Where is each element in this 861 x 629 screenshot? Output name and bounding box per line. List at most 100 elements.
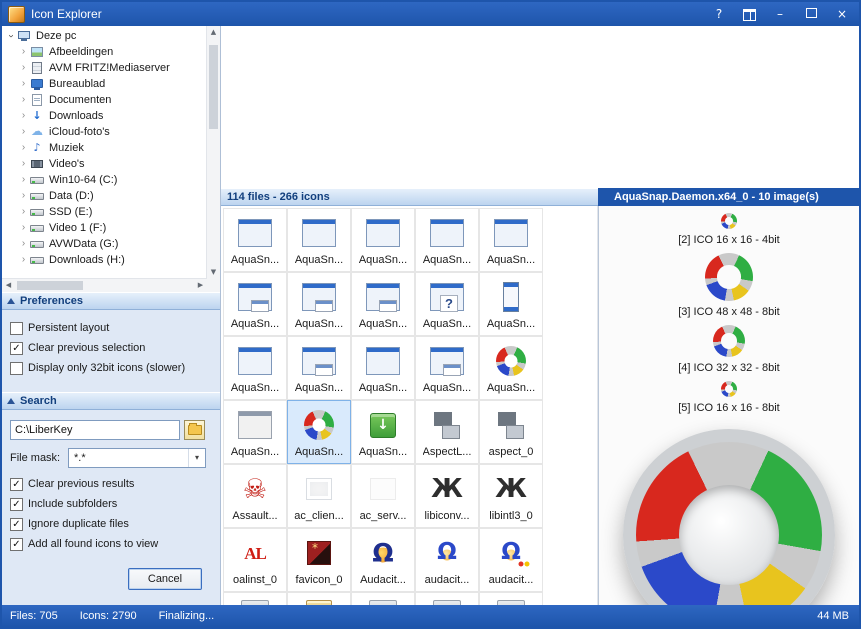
icon-tile[interactable]: favicon_0 bbox=[287, 528, 351, 592]
icon-tile[interactable]: audacit... bbox=[415, 528, 479, 592]
checkbox-option[interactable]: ✓ Add all found icons to view bbox=[10, 536, 158, 552]
icon-tile[interactable]: ac_serv... bbox=[351, 464, 415, 528]
icon-tile[interactable]: Assault... bbox=[223, 464, 287, 528]
tree-item[interactable]: › Video's bbox=[2, 156, 207, 172]
tree-item[interactable]: › AVM FRITZ!Mediaserver bbox=[2, 60, 207, 76]
tree-item[interactable]: › Deze pc bbox=[2, 28, 207, 44]
expander-chevron-icon[interactable]: › bbox=[18, 63, 29, 73]
maximize-button[interactable] bbox=[804, 7, 818, 21]
expander-chevron-icon[interactable]: › bbox=[18, 159, 29, 169]
file-mask-select[interactable]: *.* ▾ bbox=[68, 448, 206, 468]
chevron-down-icon[interactable]: ▾ bbox=[188, 449, 205, 467]
close-button[interactable]: × bbox=[835, 7, 849, 21]
preferences-section-header[interactable]: Preferences bbox=[2, 292, 220, 310]
scroll-track[interactable] bbox=[207, 39, 220, 266]
checkbox[interactable]: ✓ bbox=[10, 478, 23, 491]
icon-tile[interactable]: AquaSn... bbox=[223, 400, 287, 464]
checkbox[interactable]: ✓ bbox=[10, 538, 23, 551]
checkbox-option[interactable]: ✓ Ignore duplicate files bbox=[10, 516, 158, 532]
expander-chevron-icon[interactable]: › bbox=[18, 175, 29, 185]
image-list-item[interactable] bbox=[623, 421, 835, 605]
expander-chevron-icon[interactable]: › bbox=[18, 239, 29, 249]
icon-tile[interactable]: AquaSn... bbox=[351, 208, 415, 272]
expander-chevron-icon[interactable]: › bbox=[18, 191, 29, 201]
expander-chevron-icon[interactable]: › bbox=[18, 47, 29, 57]
icon-tile[interactable] bbox=[479, 592, 543, 605]
tree-item[interactable]: › Video 1 (F:) bbox=[2, 220, 207, 236]
scroll-left-button[interactable] bbox=[2, 279, 15, 292]
checkbox-option[interactable]: Display only 32bit icons (slower) bbox=[10, 360, 220, 376]
scroll-down-button[interactable] bbox=[207, 266, 220, 279]
expander-chevron-icon[interactable]: › bbox=[18, 207, 29, 217]
image-list-item[interactable]: [4] ICO 32 x 32 - 8bit bbox=[678, 325, 780, 374]
tree-item[interactable]: › AVWData (G:) bbox=[2, 236, 207, 252]
scroll-thumb[interactable] bbox=[17, 281, 83, 290]
icon-tile[interactable]: AspectL... bbox=[415, 400, 479, 464]
tree-item[interactable]: › Bureaublad bbox=[2, 76, 207, 92]
checkbox[interactable] bbox=[10, 322, 23, 335]
expander-chevron-icon[interactable]: › bbox=[18, 127, 29, 137]
tree-item[interactable]: › Data (D:) bbox=[2, 188, 207, 204]
icon-tile[interactable]: AquaSn... bbox=[287, 400, 351, 464]
icon-tile[interactable]: AquaSn... bbox=[287, 208, 351, 272]
scroll-thumb[interactable] bbox=[209, 45, 218, 129]
icon-tile[interactable]: ac_clien... bbox=[287, 464, 351, 528]
icon-tile[interactable] bbox=[223, 592, 287, 605]
icon-tile[interactable]: AquaSn... bbox=[415, 208, 479, 272]
icon-tile[interactable]: AquaSn... bbox=[223, 208, 287, 272]
tree-item[interactable]: › Muziek bbox=[2, 140, 207, 156]
image-list-item[interactable]: [5] ICO 16 x 16 - 8bit bbox=[678, 381, 780, 414]
search-path-input[interactable] bbox=[10, 420, 180, 440]
icon-tile[interactable]: AquaSn... bbox=[479, 336, 543, 400]
icon-tile[interactable] bbox=[351, 592, 415, 605]
icon-tile[interactable]: AquaSn... bbox=[223, 336, 287, 400]
tree-item[interactable]: › iCloud-foto's bbox=[2, 124, 207, 140]
browse-folder-button[interactable] bbox=[184, 420, 205, 440]
icon-tile[interactable]: audacit... bbox=[479, 528, 543, 592]
icon-tile[interactable]: AquaSn... bbox=[479, 272, 543, 336]
checkbox[interactable]: ✓ bbox=[10, 498, 23, 511]
scroll-right-button[interactable] bbox=[194, 279, 207, 292]
icon-tile[interactable]: oalinst_0 bbox=[223, 528, 287, 592]
tree-item[interactable]: › Downloads (H:) bbox=[2, 252, 207, 268]
expander-chevron-icon[interactable]: › bbox=[18, 255, 29, 265]
expander-chevron-icon[interactable]: › bbox=[18, 223, 29, 233]
checkbox[interactable]: ✓ bbox=[10, 342, 23, 355]
help-button[interactable]: ? bbox=[712, 7, 726, 21]
icon-tile[interactable]: AquaSn... bbox=[415, 272, 479, 336]
icon-tile[interactable]: aspect_0 bbox=[479, 400, 543, 464]
checkbox[interactable]: ✓ bbox=[10, 518, 23, 531]
minimize-button[interactable]: – bbox=[773, 7, 787, 21]
icon-tile[interactable]: AquaSn... bbox=[351, 400, 415, 464]
tree-item[interactable]: › Afbeeldingen bbox=[2, 44, 207, 60]
tree-vertical-scrollbar[interactable] bbox=[206, 26, 220, 279]
checkbox-option[interactable]: ✓ Include subfolders bbox=[10, 496, 158, 512]
icon-tile[interactable]: AquaSn... bbox=[351, 272, 415, 336]
tree-item[interactable]: › Win10-64 (C:) bbox=[2, 172, 207, 188]
cancel-button[interactable]: Cancel bbox=[128, 568, 202, 590]
expander-chevron-icon[interactable]: › bbox=[18, 95, 29, 105]
tree-item[interactable]: › Documenten bbox=[2, 92, 207, 108]
gift-icon[interactable] bbox=[743, 11, 756, 21]
icon-tile[interactable]: AquaSn... bbox=[351, 336, 415, 400]
expander-chevron-icon[interactable]: › bbox=[18, 79, 29, 89]
icon-tile[interactable]: AquaSn... bbox=[287, 336, 351, 400]
icon-tile[interactable]: AquaSn... bbox=[223, 272, 287, 336]
checkbox-option[interactable]: ✓ Clear previous selection bbox=[10, 340, 220, 356]
scroll-track[interactable] bbox=[15, 279, 194, 292]
icon-tile[interactable]: AquaSn... bbox=[479, 208, 543, 272]
icon-tile[interactable]: libiconv... bbox=[415, 464, 479, 528]
search-section-header[interactable]: Search bbox=[2, 392, 220, 410]
scroll-up-button[interactable] bbox=[207, 26, 220, 39]
checkbox[interactable] bbox=[10, 362, 23, 375]
icon-tile[interactable] bbox=[415, 592, 479, 605]
icon-tile[interactable] bbox=[287, 592, 351, 605]
tree-item[interactable]: › Downloads bbox=[2, 108, 207, 124]
tree-item[interactable]: › SSD (E:) bbox=[2, 204, 207, 220]
icon-tile[interactable]: libintl3_0 bbox=[479, 464, 543, 528]
checkbox-option[interactable]: ✓ Clear previous results bbox=[10, 476, 158, 492]
expander-chevron-icon[interactable]: › bbox=[18, 111, 29, 121]
icon-tile[interactable]: AquaSn... bbox=[287, 272, 351, 336]
image-list-item[interactable]: [2] ICO 16 x 16 - 4bit bbox=[678, 213, 780, 246]
checkbox-option[interactable]: Persistent layout bbox=[10, 320, 220, 336]
